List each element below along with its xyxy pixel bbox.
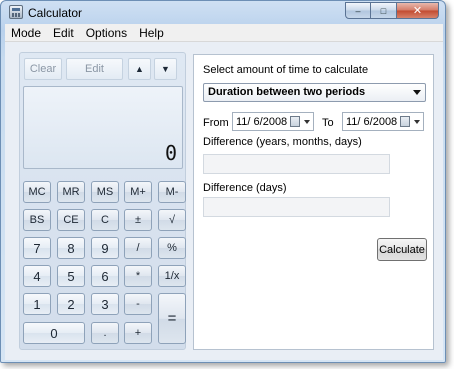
- menu-mode[interactable]: Mode: [5, 24, 47, 41]
- date-calculation-panel: Select amount of time to calculate Durat…: [193, 54, 434, 350]
- clear-entry-button[interactable]: CE: [57, 209, 85, 231]
- ms-button[interactable]: MS: [91, 181, 119, 203]
- digit-3-button[interactable]: 3: [91, 293, 119, 315]
- mr-button[interactable]: MR: [57, 181, 85, 203]
- to-label: To: [322, 117, 334, 129]
- chevron-down-icon: [413, 90, 421, 95]
- to-date-picker[interactable]: 11/ 6/2008: [342, 112, 424, 131]
- digit-2-button[interactable]: 2: [57, 293, 85, 315]
- from-date-value: 11/ 6/2008: [236, 116, 288, 128]
- calculator-display: 0: [23, 86, 183, 169]
- digit-7-button[interactable]: 7: [23, 237, 51, 259]
- date-calc-heading: Select amount of time to calculate: [203, 64, 369, 76]
- history-up-button[interactable]: ▲: [128, 58, 151, 80]
- difference-ymd-label: Difference (years, months, days): [203, 136, 362, 148]
- digit-8-button[interactable]: 8: [57, 237, 85, 259]
- calculation-mode-value: Duration between two periods: [208, 86, 366, 98]
- calculator-panel: Clear Edit ▲ ▼ 0 MC MR MS M+ M- BS CE C …: [19, 52, 186, 350]
- history-down-button[interactable]: ▼: [154, 58, 177, 80]
- digit-0-button[interactable]: 0: [23, 322, 85, 344]
- calculate-button[interactable]: Calculate: [377, 238, 427, 261]
- difference-days-label: Difference (days): [203, 182, 287, 194]
- difference-days-field: [203, 197, 390, 217]
- m-plus-button[interactable]: M+: [124, 181, 152, 203]
- calculator-app-icon[interactable]: [9, 5, 23, 19]
- decimal-button[interactable]: .: [91, 322, 119, 344]
- digit-4-button[interactable]: 4: [23, 265, 51, 287]
- to-date-value: 11/ 6/2008: [346, 116, 398, 128]
- calendar-icon[interactable]: [290, 116, 300, 127]
- calculation-mode-select[interactable]: Duration between two periods: [203, 83, 426, 102]
- menu-help[interactable]: Help: [133, 24, 170, 41]
- from-label: From: [203, 117, 229, 129]
- menu-options[interactable]: Options: [80, 24, 133, 41]
- history-strip: Clear Edit ▲ ▼: [20, 53, 185, 83]
- difference-ymd-field: [203, 154, 390, 174]
- clear-history-button[interactable]: Clear: [24, 58, 62, 80]
- backspace-button[interactable]: BS: [23, 209, 51, 231]
- title-bar[interactable]: Calculator – □ ✕: [1, 1, 445, 24]
- client-area: Clear Edit ▲ ▼ 0 MC MR MS M+ M- BS CE C …: [5, 42, 443, 360]
- calendar-icon[interactable]: [400, 116, 410, 127]
- equals-button[interactable]: =: [158, 293, 186, 344]
- from-date-picker[interactable]: 11/ 6/2008: [232, 112, 314, 131]
- menu-edit[interactable]: Edit: [47, 24, 80, 41]
- subtract-button[interactable]: -: [124, 293, 152, 315]
- calculator-window: Calculator – □ ✕ Mode Edit Options Help …: [0, 0, 446, 363]
- maximize-button[interactable]: □: [371, 2, 397, 19]
- clear-button[interactable]: C: [91, 209, 119, 231]
- keypad: MC MR MS M+ M- BS CE C ± √ 7 8 9 / % 4 5: [23, 181, 186, 349]
- digit-6-button[interactable]: 6: [91, 265, 119, 287]
- display-value: 0: [164, 141, 177, 165]
- edit-history-button[interactable]: Edit: [66, 58, 123, 80]
- square-root-button[interactable]: √: [158, 209, 186, 231]
- chevron-down-icon[interactable]: [304, 120, 310, 124]
- chevron-down-icon[interactable]: [414, 120, 420, 124]
- digit-9-button[interactable]: 9: [91, 237, 119, 259]
- minimize-button[interactable]: –: [345, 2, 371, 19]
- menu-bar: Mode Edit Options Help: [5, 24, 443, 42]
- digit-5-button[interactable]: 5: [57, 265, 85, 287]
- close-button[interactable]: ✕: [397, 2, 439, 19]
- percent-button[interactable]: %: [158, 237, 186, 259]
- negate-button[interactable]: ±: [124, 209, 152, 231]
- window-title: Calculator: [28, 6, 83, 20]
- add-button[interactable]: +: [124, 322, 152, 344]
- digit-1-button[interactable]: 1: [23, 293, 51, 315]
- m-minus-button[interactable]: M-: [158, 181, 186, 203]
- mc-button[interactable]: MC: [23, 181, 51, 203]
- caption-buttons: – □ ✕: [345, 2, 439, 19]
- reciprocal-button[interactable]: 1/x: [158, 265, 186, 287]
- divide-button[interactable]: /: [124, 237, 152, 259]
- multiply-button[interactable]: *: [124, 265, 152, 287]
